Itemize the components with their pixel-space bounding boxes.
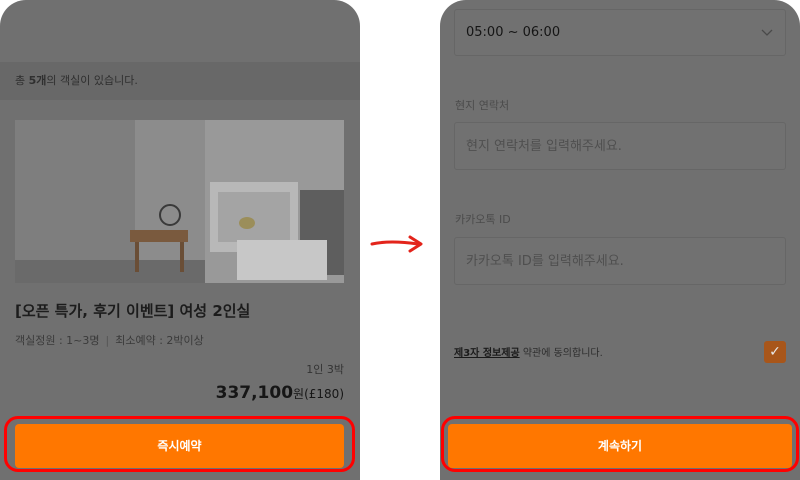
kakao-id-input[interactable] [454,237,786,285]
local-contact-input[interactable] [454,122,786,170]
consent-suffix: 약관에 동의합니다. [519,348,603,359]
kakao-id-label: 카카오톡 ID [455,213,511,226]
chevron-down-icon [761,10,773,74]
arrow-right-icon [370,235,423,253]
room-min-booking: 최소예약 : 2박이상 [115,334,204,347]
booking-form-screen: 05:00 ~ 06:00 현지 연락처 카카오톡 ID 제3자 정보제공 약관… [440,0,800,480]
check-icon: ✓ [769,344,781,360]
room-list-screen: 총 5개의 객실이 있습니다. [오픈 특가, 후기 이벤트] 여성 2인실 객… [0,0,360,480]
room-info: 객실정원 : 1~3명 | 최소예약 : 2박이상 [15,332,204,348]
price-unit: 원 [293,387,305,401]
third-party-terms-link[interactable]: 제3자 정보제공 [454,348,520,359]
local-contact-label: 현지 연락처 [455,99,510,112]
room-photo-image [15,120,344,283]
info-separator: | [105,334,110,347]
room-price: 337,100원(£180) [216,383,344,403]
time-select-value: 05:00 ~ 06:00 [466,25,561,40]
room-photo[interactable] [15,120,344,283]
price-gbp: (£180) [304,387,344,401]
consent-text: 제3자 정보제공 약관에 동의합니다. [454,344,603,359]
highlight-instant-booking [4,416,355,472]
room-stay: 1인 3박 [306,363,344,376]
room-count-suffix: 의 객실이 있습니다. [46,74,138,87]
price-amount: 337,100 [215,383,294,403]
time-select[interactable]: 05:00 ~ 06:00 [454,9,786,56]
room-count-prefix: 총 [15,74,29,87]
room-count-number: 5개 [28,74,47,87]
consent-checkbox[interactable]: ✓ [764,341,786,363]
room-capacity: 객실정원 : 1~3명 [15,334,100,347]
room-title[interactable]: [오픈 특가, 후기 이벤트] 여성 2인실 [15,300,250,321]
highlight-continue [441,416,799,472]
room-count-bar: 총 5개의 객실이 있습니다. [0,62,360,100]
